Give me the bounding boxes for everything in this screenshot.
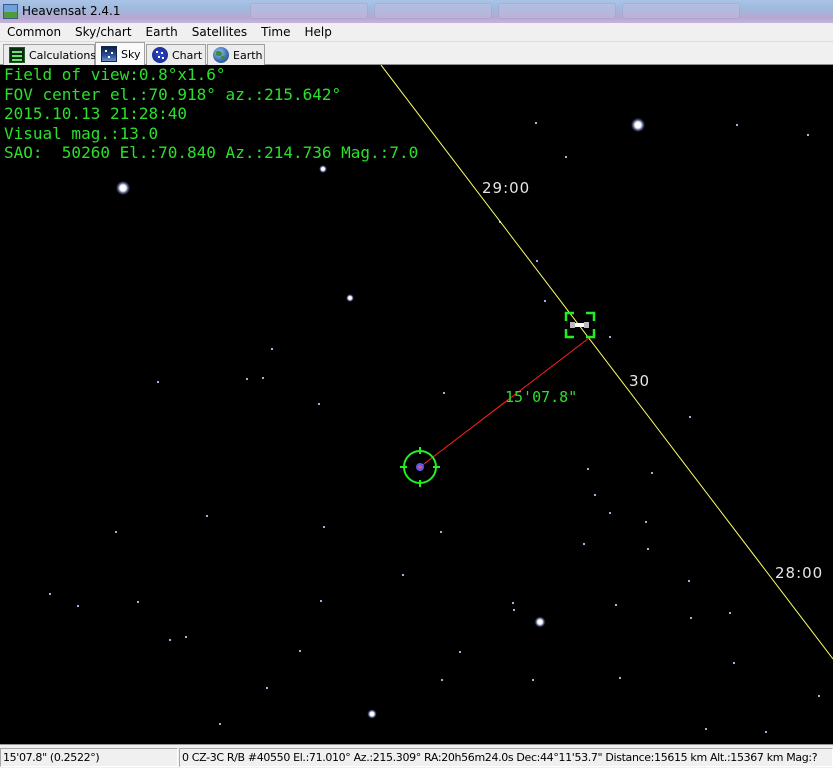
star bbox=[618, 676, 622, 680]
star bbox=[688, 415, 692, 419]
star-field bbox=[48, 117, 821, 734]
tab-sky-label: Sky bbox=[121, 47, 141, 61]
star bbox=[608, 335, 612, 339]
star bbox=[120, 185, 126, 191]
sky-icon bbox=[101, 46, 117, 62]
star bbox=[537, 619, 543, 625]
app-window: Heavensat 2.4.1 Common Sky/chart Earth S… bbox=[0, 0, 833, 768]
star bbox=[319, 599, 323, 603]
sky-canvas[interactable] bbox=[0, 65, 833, 744]
star bbox=[534, 121, 538, 125]
star bbox=[245, 377, 249, 381]
star bbox=[218, 722, 222, 726]
info-datetime: 2015.10.13 21:28:40 bbox=[4, 104, 188, 123]
satellite-icon bbox=[570, 322, 589, 328]
app-icon bbox=[3, 4, 18, 19]
star bbox=[593, 493, 597, 497]
track-time-label-29: 29:00 bbox=[482, 179, 531, 197]
star bbox=[582, 542, 586, 546]
star bbox=[817, 694, 821, 698]
star bbox=[687, 579, 691, 583]
track-time-label-28: 28:00 bbox=[775, 564, 824, 582]
star bbox=[270, 347, 274, 351]
star bbox=[114, 530, 118, 534]
track-time-label-30: 30 bbox=[629, 372, 651, 390]
star bbox=[650, 471, 654, 475]
menu-bar: Common Sky/chart Earth Satellites Time H… bbox=[0, 23, 833, 42]
star bbox=[76, 604, 80, 608]
tab-chart-label: Chart bbox=[172, 48, 203, 62]
star bbox=[531, 678, 535, 682]
star bbox=[564, 155, 568, 159]
satellite-track-line bbox=[380, 65, 833, 660]
star bbox=[136, 600, 140, 604]
star bbox=[322, 525, 326, 529]
star bbox=[184, 635, 188, 639]
star bbox=[321, 167, 325, 171]
calculations-icon bbox=[9, 47, 25, 63]
tab-calculations[interactable]: Calculations bbox=[3, 44, 97, 65]
menu-time[interactable]: Time bbox=[254, 23, 297, 42]
info-field-of-view: Field of view:0.8°x1.6° bbox=[4, 65, 226, 84]
star bbox=[689, 616, 693, 620]
menu-common[interactable]: Common bbox=[0, 23, 68, 42]
status-bar: 15'07.8" (0.2522°) 0 CZ-3C R/B #40550 El… bbox=[0, 744, 833, 768]
star bbox=[370, 712, 374, 716]
star bbox=[511, 601, 515, 605]
star bbox=[806, 133, 810, 137]
star bbox=[440, 678, 444, 682]
status-distance: 15'07.8" (0.2522°) bbox=[0, 748, 178, 767]
star bbox=[608, 511, 612, 515]
sky-view[interactable]: Field of view:0.8°x1.6° FOV center el.:7… bbox=[0, 65, 833, 744]
star bbox=[644, 520, 648, 524]
star bbox=[442, 391, 446, 395]
title-bar[interactable]: Heavensat 2.4.1 bbox=[0, 0, 833, 23]
star bbox=[458, 650, 462, 654]
tab-earth[interactable]: Earth bbox=[207, 44, 265, 65]
sky-info-overlay: Field of view:0.8°x1.6° FOV center el.:7… bbox=[4, 65, 418, 163]
star bbox=[317, 402, 321, 406]
star bbox=[298, 649, 302, 653]
chart-icon bbox=[152, 47, 168, 63]
star bbox=[261, 376, 265, 380]
menu-satellites[interactable]: Satellites bbox=[185, 23, 254, 42]
star bbox=[168, 638, 172, 642]
star bbox=[646, 547, 650, 551]
star bbox=[156, 380, 160, 384]
star bbox=[265, 686, 269, 690]
window-title: Heavensat 2.4.1 bbox=[22, 4, 121, 18]
menu-help[interactable]: Help bbox=[298, 23, 339, 42]
distance-label: 15'07.8" bbox=[505, 388, 578, 406]
star bbox=[205, 514, 209, 518]
tab-calculations-label: Calculations bbox=[29, 48, 97, 62]
star bbox=[586, 467, 590, 471]
tab-sky[interactable]: Sky bbox=[95, 42, 145, 65]
star bbox=[48, 592, 52, 596]
star bbox=[512, 608, 516, 612]
star bbox=[735, 123, 739, 127]
tab-earth-label: Earth bbox=[233, 48, 263, 62]
star bbox=[535, 259, 539, 263]
star bbox=[614, 603, 618, 607]
star bbox=[439, 530, 443, 534]
earth-icon bbox=[213, 47, 229, 63]
info-sao-star: SAO: 50260 El.:70.840 Az.:214.736 Mag.:7… bbox=[4, 143, 419, 162]
star bbox=[764, 730, 768, 734]
star bbox=[635, 122, 641, 128]
star bbox=[348, 296, 352, 300]
menu-sky-chart[interactable]: Sky/chart bbox=[68, 23, 138, 42]
info-fov-center: FOV center el.:70.918° az.:215.642° bbox=[4, 84, 342, 104]
status-object-info: 0 CZ-3C R/B #40550 El.:71.010° Az.:215.3… bbox=[179, 748, 833, 767]
star bbox=[401, 573, 405, 577]
tab-chart[interactable]: Chart bbox=[146, 44, 206, 65]
star bbox=[704, 727, 708, 731]
menu-earth[interactable]: Earth bbox=[139, 23, 185, 42]
star bbox=[728, 611, 732, 615]
star bbox=[732, 661, 736, 665]
background-taskbar-ghosts bbox=[250, 3, 833, 21]
tab-bar: Calculations Sky Chart Earth bbox=[0, 42, 833, 65]
star bbox=[543, 299, 547, 303]
info-visual-mag: Visual mag.:13.0 bbox=[4, 123, 159, 143]
